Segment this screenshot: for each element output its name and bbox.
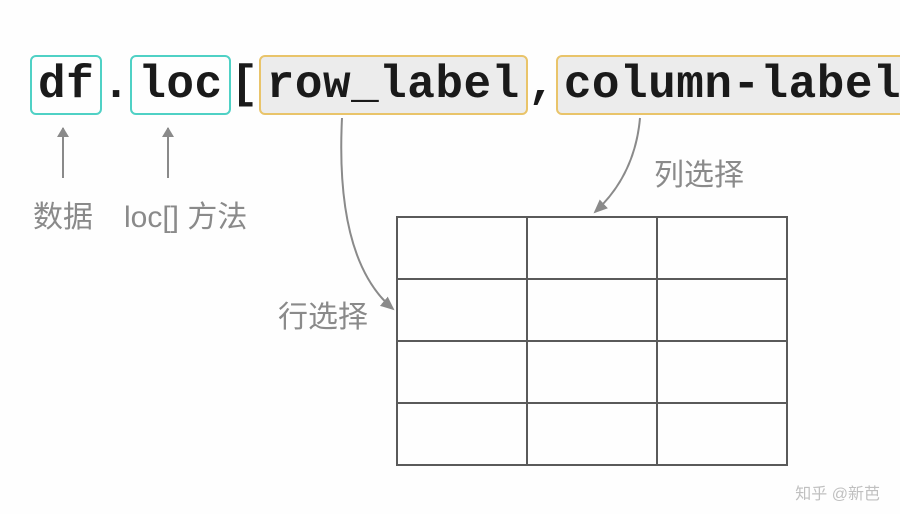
grid-cell	[526, 278, 659, 343]
data-label: 数据	[33, 192, 93, 236]
arrow-up-icon	[62, 128, 64, 178]
column-label-token: column-label	[556, 55, 900, 115]
comma-token: ,	[528, 59, 556, 111]
grid-cell	[526, 340, 659, 405]
lbrack-token: [	[231, 59, 259, 111]
grid-cell	[526, 402, 659, 467]
row-select-label: 行选择	[278, 292, 368, 336]
row-arrow-icon	[341, 118, 393, 309]
grid-cell	[396, 216, 529, 281]
grid-cell	[396, 340, 529, 405]
grid-cell	[656, 216, 789, 281]
grid-cell	[396, 402, 529, 467]
col-select-label: 列选择	[654, 150, 744, 194]
dot-token: .	[102, 59, 130, 111]
grid-cell	[396, 278, 529, 343]
col-arrow-icon	[595, 118, 640, 212]
code-expression: df.loc[row_label,column-label]	[30, 55, 900, 115]
row-label-token: row_label	[259, 55, 528, 115]
grid-cell	[526, 216, 659, 281]
grid-cell	[656, 340, 789, 405]
watermark-text: 知乎 @新芭	[795, 480, 880, 504]
loc-token: loc	[130, 55, 230, 115]
df-token: df	[30, 55, 102, 115]
grid-cell	[656, 402, 789, 467]
loc-method-label: loc[] 方法	[124, 192, 247, 236]
dataframe-grid	[397, 217, 787, 465]
grid-cell	[656, 278, 789, 343]
arrow-up-icon	[167, 128, 169, 178]
